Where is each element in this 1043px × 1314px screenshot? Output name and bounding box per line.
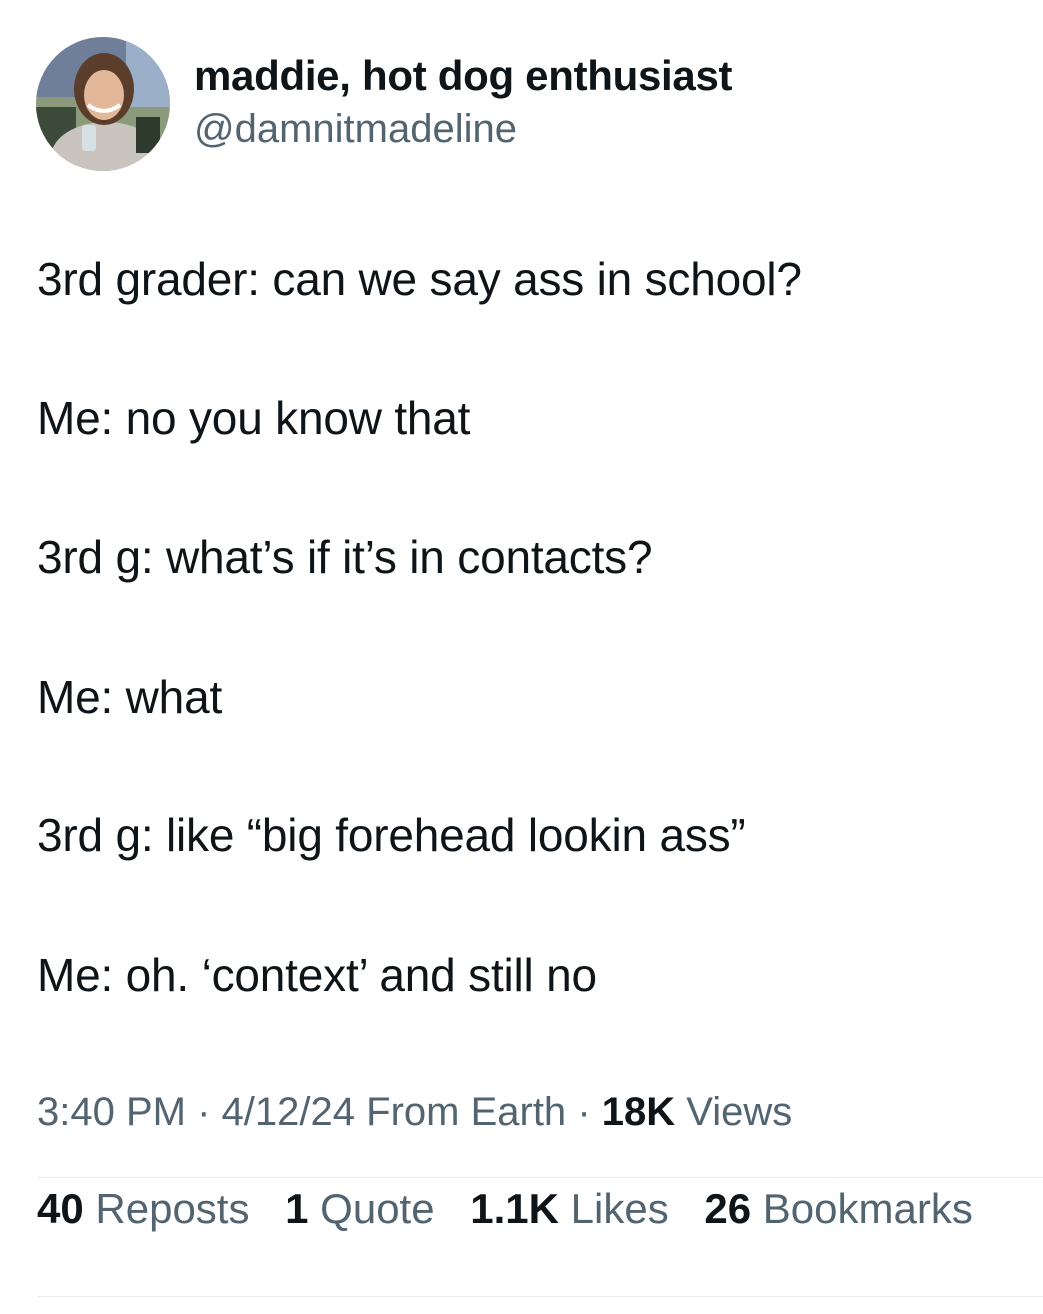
timestamp-date[interactable]: 4/12/24	[222, 1090, 355, 1134]
separator-dot: ·	[577, 1090, 591, 1134]
bookmarks-label: Bookmarks	[762, 1185, 973, 1232]
divider	[37, 1177, 1043, 1178]
tweet-text-line: 3rd g: like “big forehead lookin ass”	[37, 809, 746, 861]
quotes-stat[interactable]: 1 Quote	[285, 1185, 434, 1233]
reposts-count: 40	[37, 1185, 84, 1232]
bookmarks-stat[interactable]: 26 Bookmarks	[704, 1185, 972, 1233]
engagement-stats: 40 Reposts 1 Quote 1.1K Likes 26 Bookmar…	[37, 1185, 997, 1233]
tweet-meta: 3:40 PM · 4/12/24 From Earth · 18K Views	[37, 1090, 792, 1135]
tweet-text-line: Me: no you know that	[37, 392, 471, 444]
author-handle[interactable]: @damnitmadeline	[194, 107, 517, 152]
tweet-text-line: 3rd g: what’s if it’s in contacts?	[37, 531, 653, 583]
tweet-source: From Earth	[366, 1090, 567, 1134]
likes-stat[interactable]: 1.1K Likes	[470, 1185, 668, 1233]
tweet-text-line: Me: oh. ‘context’ and still no	[37, 949, 597, 1001]
author-name[interactable]: maddie, hot dog enthusiast	[194, 52, 733, 100]
tweet-text-line: Me: what	[37, 671, 223, 723]
likes-count: 1.1K	[470, 1185, 559, 1232]
reposts-stat[interactable]: 40 Reposts	[37, 1185, 249, 1233]
separator-dot: ·	[197, 1090, 211, 1134]
tweet-text-line: 3rd grader: can we say ass in school?	[37, 253, 802, 305]
likes-label: Likes	[570, 1185, 669, 1232]
quotes-label: Quote	[320, 1185, 435, 1232]
timestamp-time[interactable]: 3:40 PM	[37, 1090, 186, 1134]
reposts-label: Reposts	[95, 1185, 250, 1232]
tweet-card: maddie, hot dog enthusiast @damnitmadeli…	[0, 0, 1043, 1314]
avatar[interactable]	[36, 37, 170, 171]
views-label: Views	[686, 1090, 793, 1134]
divider	[37, 1296, 1043, 1297]
views-count: 18K	[601, 1090, 676, 1134]
quotes-count: 1	[285, 1185, 309, 1232]
bookmarks-count: 26	[704, 1185, 752, 1232]
